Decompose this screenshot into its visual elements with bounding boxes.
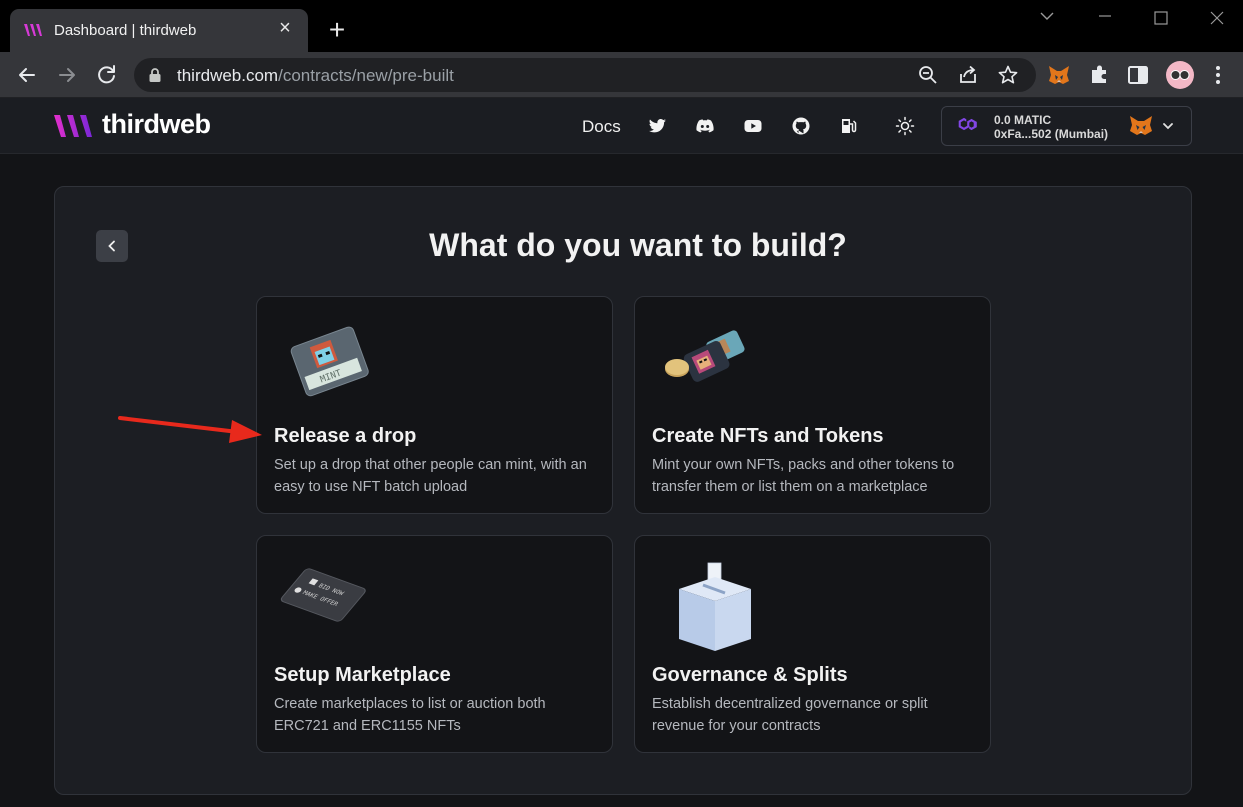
forward-arrow-icon[interactable] [54,62,80,88]
discord-icon[interactable] [695,116,715,136]
profile-avatar[interactable] [1166,61,1194,89]
zoom-icon[interactable] [918,65,938,85]
wallet-button[interactable]: 0.0 MATIC 0xFa...502 (Mumbai) [941,106,1192,146]
build-panel: What do you want to build? [54,186,1192,795]
menu-kebab-icon[interactable] [1206,63,1230,87]
new-tab-icon[interactable]: + [325,16,349,44]
card-title: Setup Marketplace [274,664,451,686]
card-description: Mint your own NFTs, packs and other toke… [652,457,955,495]
logo-text[interactable]: thirdweb [102,109,211,140]
annotation-arrow-icon [118,416,262,443]
browser-toolbar: thirdweb.com/contracts/new/pre-built [0,52,1243,98]
sun-icon[interactable] [895,116,915,136]
lock-icon[interactable] [148,67,162,83]
extensions-puzzle-icon[interactable] [1088,63,1112,87]
bookmark-star-icon[interactable] [998,65,1018,85]
card-description: Create marketplaces to list or auction b… [274,696,546,734]
mint-card-art: MINT [290,326,369,397]
card-setup-marketplace[interactable]: BID NOW MAKE OFFER Setup Marketplace Cre… [256,535,613,753]
tab-title: Dashboard | thirdweb [54,22,197,39]
wallet-balance: 0.0 MATIC [994,113,1052,127]
twitter-icon[interactable] [647,116,667,136]
polygon-icon [958,117,977,131]
address-bar[interactable]: thirdweb.com/contracts/new/pre-built [134,58,1036,92]
youtube-icon[interactable] [743,116,763,136]
tab-search-icon[interactable] [1019,0,1075,34]
thirdweb-favicon-icon [24,24,42,36]
thirdweb-logo-icon[interactable] [54,114,96,138]
marketplace-card-art: BID NOW MAKE OFFER [280,568,366,622]
side-panel-icon[interactable] [1126,63,1150,87]
card-governance-splits[interactable]: Governance & Splits Establish decentrali… [634,535,991,753]
close-window-icon[interactable] [1189,0,1243,34]
url-text: thirdweb.com/contracts/new/pre-built [177,66,454,85]
card-title: Create NFTs and Tokens [652,425,884,447]
page-title: What do you want to build? [429,227,847,263]
browser-tab-bar: Dashboard | thirdweb × + [0,0,1243,52]
card-create-nfts-tokens[interactable]: Create NFTs and Tokens Mint your own NFT… [634,296,991,514]
wallet-address: 0xFa...502 (Mumbai) [994,127,1109,141]
chevron-down-icon [1163,123,1173,130]
github-icon[interactable] [791,116,811,136]
minimize-icon[interactable] [1077,0,1133,34]
gas-pump-icon[interactable] [839,116,859,136]
card-release-drop[interactable]: MINT Release a drop Set up a drop that o… [256,296,613,514]
back-arrow-icon[interactable] [14,62,40,88]
metamask-extension-icon[interactable] [1047,63,1071,87]
ballot-box-art [679,562,751,651]
card-title: Governance & Splits [652,664,848,686]
reload-icon[interactable] [94,62,120,88]
maximize-icon[interactable] [1133,0,1189,34]
card-title: Release a drop [274,425,417,447]
card-description: Establish decentralized governance or sp… [652,696,928,734]
tab-close-icon[interactable]: × [274,17,296,39]
browser-tab[interactable]: Dashboard | thirdweb × [10,9,308,52]
metamask-fox-icon [1130,116,1152,135]
share-icon[interactable] [958,65,978,85]
nft-tokens-art [665,330,745,382]
nav-docs-link[interactable]: Docs [582,117,621,137]
site-header: thirdweb Docs 0.0 MATIC 0xFa...502 (Mumb… [0,98,1243,154]
card-description: Set up a drop that other people can mint… [274,457,587,495]
